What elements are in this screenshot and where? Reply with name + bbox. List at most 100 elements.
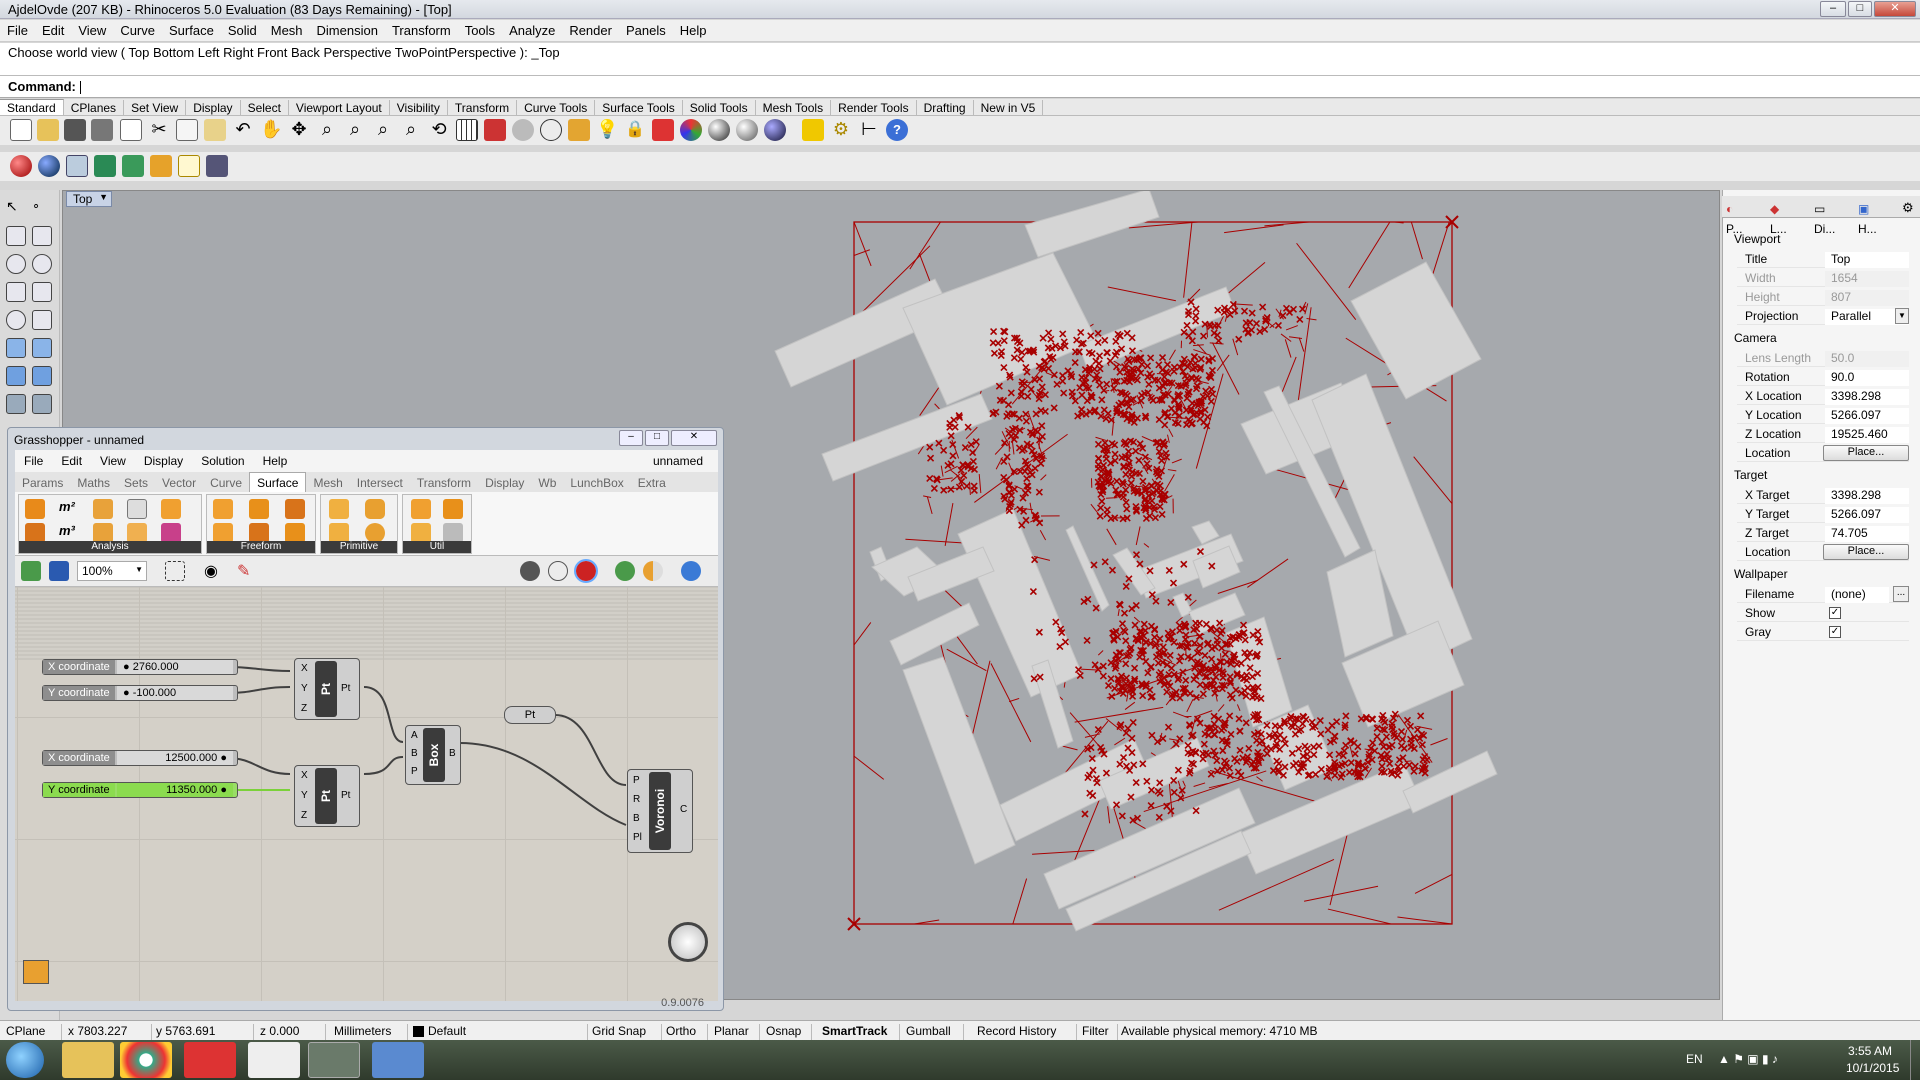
gh-tab-transform[interactable]: Transform [410, 473, 478, 493]
media-taskbar-icon[interactable] [184, 1042, 236, 1078]
bounding-box-gh-icon[interactable] [329, 523, 349, 543]
new-file-icon[interactable] [10, 119, 32, 141]
gh-minimize-button[interactable]: – [619, 430, 643, 446]
show-desktop-button[interactable] [1910, 1040, 1920, 1080]
panel-settings-gear-icon[interactable]: ⚙ [1902, 200, 1914, 216]
y-coordinate-slider-2[interactable]: Y coordinate 11350.000 ● [42, 782, 238, 798]
fragment-patch-icon[interactable] [213, 523, 233, 543]
select-icon[interactable] [568, 119, 590, 141]
gh-menu-file[interactable]: File [15, 450, 52, 468]
pt2-input-y[interactable]: Y [301, 790, 308, 801]
extrude-surface-icon[interactable] [249, 499, 269, 519]
box-input-a[interactable]: A [411, 730, 418, 741]
x-coordinate-slider-1[interactable]: X coordinate ● 2760.000 [42, 659, 238, 675]
box-corners-icon[interactable] [93, 499, 113, 519]
explorer-taskbar-icon[interactable] [62, 1042, 114, 1078]
mesh-tools-icon[interactable] [32, 394, 52, 414]
polygon-icon[interactable] [6, 282, 26, 302]
prop-y-location-value[interactable]: 5266.097 [1825, 408, 1909, 424]
status-units[interactable]: Millimeters [334, 1024, 408, 1040]
green-shape-icon[interactable] [94, 155, 116, 177]
network-surface-icon[interactable] [249, 523, 269, 543]
color-wheel-icon[interactable] [680, 119, 702, 141]
status-planar[interactable]: Planar [714, 1024, 760, 1040]
document-preview-icon[interactable] [643, 561, 663, 581]
browse-button[interactable]: ... [1893, 586, 1909, 602]
tab-cplanes[interactable]: CPlanes [64, 100, 125, 116]
box-output[interactable]: B [449, 748, 456, 759]
target-place-button[interactable]: Place... [1823, 544, 1909, 560]
rotate-view-icon[interactable]: ✥ [288, 119, 310, 141]
copy-icon[interactable] [176, 119, 198, 141]
cap-holes-icon[interactable] [443, 523, 463, 543]
gh-tab-lunchbox[interactable]: LunchBox [563, 473, 630, 493]
close-button[interactable]: ✕ [1874, 1, 1916, 17]
pt1-input-x[interactable]: X [301, 663, 308, 674]
box-2pt-icon[interactable] [329, 499, 349, 519]
gh-tab-sets[interactable]: Sets [117, 473, 155, 493]
preview-selected-icon[interactable] [615, 561, 635, 581]
grasshopper-title-bar[interactable]: Grasshopper - unnamed – □ ✕ [8, 428, 723, 450]
tab-transform[interactable]: Transform [448, 100, 518, 116]
brep-join-icon[interactable] [411, 523, 431, 543]
bounding-box-icon[interactable] [178, 155, 200, 177]
fillet-icon[interactable] [32, 310, 52, 330]
command-input[interactable] [79, 81, 81, 95]
tab-new-in-v5[interactable]: New in V5 [974, 100, 1044, 116]
gh-menu-help[interactable]: Help [254, 450, 297, 468]
cplane-icon[interactable] [512, 119, 534, 141]
start-button[interactable] [6, 1042, 44, 1078]
cylinder-icon[interactable] [365, 499, 385, 519]
gh-menu-edit[interactable]: Edit [52, 450, 91, 468]
slider-1-grip[interactable]: ● [123, 661, 133, 673]
boundary-surfaces-icon[interactable] [213, 499, 233, 519]
gh-close-button[interactable]: ✕ [671, 430, 717, 446]
four-viewports-icon[interactable] [456, 119, 478, 141]
zoom-selected-icon[interactable]: ⌕ [400, 119, 422, 141]
show-checkbox[interactable]: ✓ [1829, 607, 1841, 619]
gh-tab-curve[interactable]: Curve [203, 473, 249, 493]
x-coordinate-slider-2[interactable]: X coordinate 12500.000 ● [42, 750, 238, 766]
blue-sphere-icon[interactable] [38, 155, 60, 177]
polyline-icon[interactable] [6, 226, 26, 246]
undo-view-icon[interactable]: ⟲ [428, 119, 450, 141]
projection-chevron-down-icon[interactable]: ▼ [1895, 308, 1909, 324]
y-coordinate-slider-1[interactable]: Y coordinate ● -100.000 [42, 685, 238, 701]
prop-filename-value[interactable]: (none) [1825, 587, 1889, 603]
status-osnap[interactable]: Osnap [766, 1024, 812, 1040]
grasshopper-window[interactable]: Grasshopper - unnamed – □ ✕ File Edit View… [7, 427, 724, 1011]
point-parameter[interactable]: Pt [504, 706, 556, 724]
sphere-icon[interactable] [365, 523, 385, 543]
gh-tab-intersect[interactable]: Intersect [350, 473, 410, 493]
brep-edges-icon[interactable] [127, 499, 147, 519]
import-icon[interactable] [120, 119, 142, 141]
rhino-taskbar-icon[interactable] [308, 1042, 360, 1078]
gh-tab-mesh[interactable]: Mesh [306, 473, 349, 493]
prop-title-value[interactable]: Top [1825, 252, 1909, 268]
viewport-menu-chevron-icon[interactable]: ▼ [99, 192, 108, 202]
construct-point-1[interactable]: X Y Z Pt Pt [294, 658, 360, 720]
tray-icons[interactable]: ▲ ⚑ ▣ ▮ ♪ [1718, 1052, 1778, 1066]
camera-place-button[interactable]: Place... [1823, 445, 1909, 461]
window-taskbar-icon[interactable] [372, 1042, 424, 1078]
slider-4-track[interactable]: 11350.000 ● [117, 783, 233, 797]
menu-curve[interactable]: Curve [113, 20, 162, 38]
box-input-b[interactable]: B [411, 748, 418, 759]
options-gear-icon[interactable]: ⚙ [830, 119, 852, 141]
game-taskbar-icon[interactable] [248, 1042, 300, 1078]
menu-file[interactable]: File [0, 20, 35, 38]
zoom-icon[interactable]: ⌕ [316, 119, 338, 141]
status-gumball[interactable]: Gumball [906, 1024, 964, 1040]
chrome-taskbar-icon[interactable] [120, 1042, 172, 1078]
status-grid-snap[interactable]: Grid Snap [592, 1024, 662, 1040]
canvas-navigation-compass-icon[interactable] [668, 922, 708, 962]
status-smarttrack[interactable]: SmartTrack [822, 1024, 900, 1040]
voronoi-input-b[interactable]: B [633, 813, 640, 824]
zoom-select[interactable]: 100% ▼ [77, 561, 147, 581]
arc-icon[interactable] [6, 310, 26, 330]
mesh-icon[interactable] [6, 394, 26, 414]
isotrim-icon[interactable] [443, 499, 463, 519]
tab-visibility[interactable]: Visibility [390, 100, 448, 116]
language-indicator[interactable]: EN [1686, 1052, 1703, 1066]
boolean-icon[interactable] [32, 366, 52, 386]
